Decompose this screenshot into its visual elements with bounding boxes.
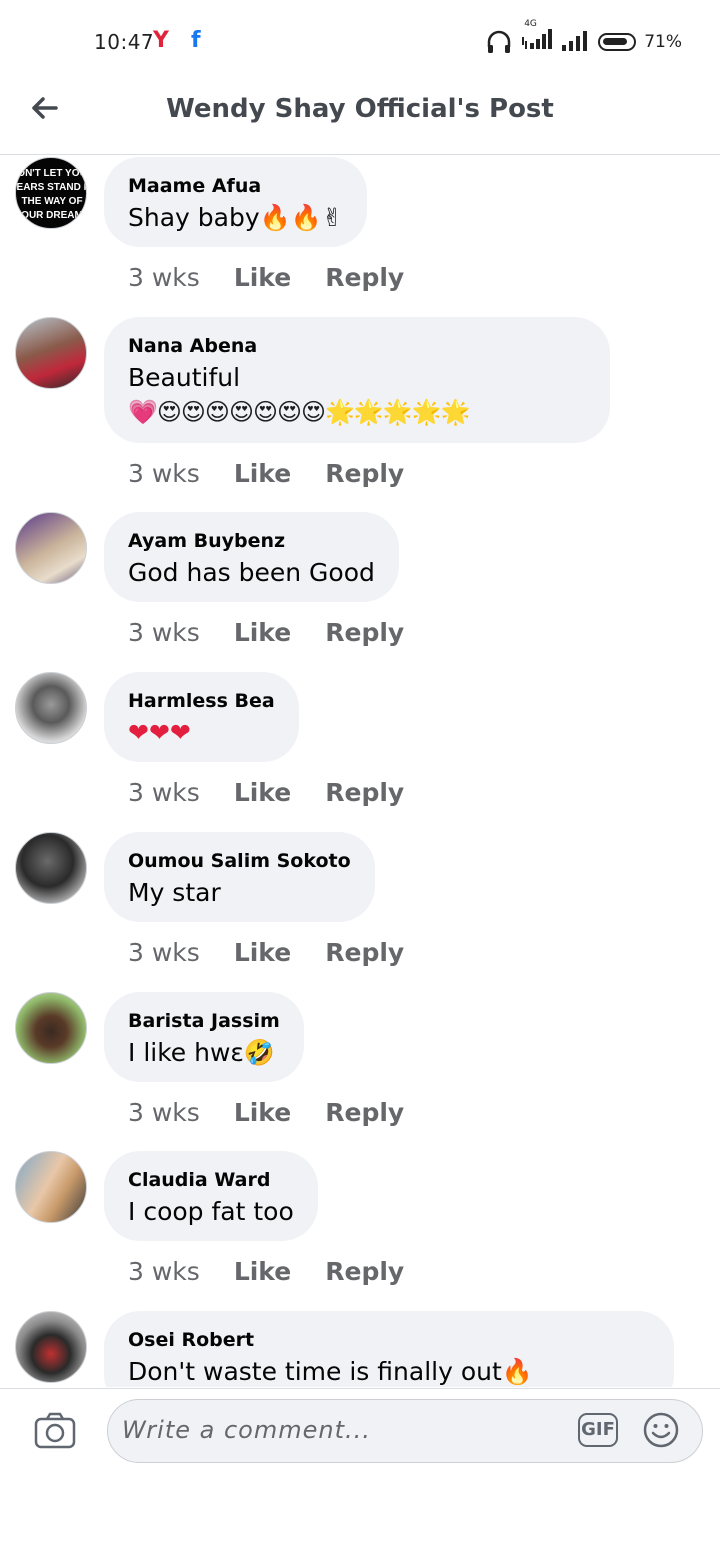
- avatar[interactable]: [15, 512, 87, 584]
- battery-icon: [598, 33, 637, 51]
- page-title: Wendy Shay Official's Post: [166, 94, 554, 124]
- like-button[interactable]: Like: [234, 263, 291, 292]
- camera-icon[interactable]: [34, 1411, 76, 1449]
- like-button[interactable]: Like: [234, 459, 291, 488]
- avatar-text: YOUR DREAMS: [16, 210, 87, 221]
- comment-time[interactable]: 3 wks: [128, 459, 200, 488]
- status-icons: 4G 71%: [486, 19, 682, 56]
- reply-button[interactable]: Reply: [325, 618, 404, 647]
- comment-actions: 3 wks Like Reply: [128, 459, 404, 488]
- reply-button[interactable]: Reply: [325, 263, 404, 292]
- comment-author[interactable]: Harmless Bea: [128, 690, 275, 712]
- comment-author[interactable]: Oumou Salim Sokoto: [128, 850, 351, 872]
- like-button[interactable]: Like: [234, 1257, 291, 1286]
- comment-time[interactable]: 3 wks: [128, 1098, 200, 1127]
- comment-bubble[interactable]: Harmless Bea ❤❤❤: [104, 672, 299, 762]
- reply-button[interactable]: Reply: [325, 1257, 404, 1286]
- comment-bubble[interactable]: Nana Abena Beautiful 💗😍😍😍😍😍😍😍🌟🌟🌟🌟🌟: [104, 317, 610, 443]
- facebook-notification-icon: f: [191, 28, 201, 53]
- comment-text: My star: [128, 878, 221, 907]
- post-header: Wendy Shay Official's Post: [0, 84, 720, 155]
- comment-bubble[interactable]: Osei Robert Don't waste time is finally …: [104, 1311, 674, 1387]
- headphones-icon: [487, 30, 511, 53]
- avatar-text: DON'T LET YOUR: [16, 168, 87, 179]
- comment-actions: 3 wks Like Reply: [128, 938, 404, 967]
- comment-text: I like hwɛ🤣: [128, 1038, 276, 1067]
- reply-button[interactable]: Reply: [325, 938, 404, 967]
- comment-time[interactable]: 3 wks: [128, 263, 200, 292]
- comment-author[interactable]: Claudia Ward: [128, 1169, 294, 1191]
- comment-author[interactable]: Barista Jassim: [128, 1010, 280, 1032]
- like-button[interactable]: Like: [234, 778, 291, 807]
- comment-input[interactable]: Write a comment... GIF: [107, 1399, 703, 1463]
- comment-bubble[interactable]: Ayam Buybenz God has been Good: [104, 512, 399, 602]
- comment-author[interactable]: Maame Afua: [128, 175, 343, 197]
- network-type: 4G: [524, 19, 537, 29]
- gif-button[interactable]: GIF: [578, 1413, 618, 1447]
- comment-author[interactable]: Nana Abena: [128, 335, 586, 357]
- like-button[interactable]: Like: [234, 618, 291, 647]
- comment-text: ❤❤❤: [128, 718, 191, 747]
- reply-button[interactable]: Reply: [325, 1098, 404, 1127]
- comment-author[interactable]: Osei Robert: [128, 1329, 650, 1351]
- youtube-notification-icon: Y: [153, 28, 169, 53]
- comment-bubble[interactable]: Oumou Salim Sokoto My star: [104, 832, 375, 922]
- comment-time[interactable]: 3 wks: [128, 618, 200, 647]
- avatar[interactable]: [15, 672, 87, 744]
- comment-actions: 3 wks Like Reply: [128, 778, 404, 807]
- status-time: 10:47: [94, 30, 155, 54]
- comment-actions: 3 wks Like Reply: [128, 618, 404, 647]
- status-bar: 10:47 Y f 4G 71%: [0, 0, 720, 84]
- comment-text: Don't waste time is finally out🔥: [128, 1357, 533, 1386]
- comment-emoji-row: 💗😍😍😍😍😍😍😍🌟🌟🌟🌟🌟: [128, 398, 470, 426]
- avatar[interactable]: [15, 1311, 87, 1383]
- avatar-text: FEARS STAND IN: [16, 182, 87, 193]
- comment-text: God has been Good: [128, 558, 375, 587]
- comment-actions: 3 wks Like Reply: [128, 263, 404, 292]
- battery-level: 71%: [644, 32, 682, 52]
- comment-text: I coop fat too: [128, 1197, 294, 1226]
- comment-bubble[interactable]: Barista Jassim I like hwɛ🤣: [104, 992, 304, 1082]
- comment-text: Beautiful: [128, 363, 241, 392]
- comments-list[interactable]: DON'T LET YOUR FEARS STAND IN THE WAY OF…: [0, 155, 720, 1387]
- like-button[interactable]: Like: [234, 938, 291, 967]
- comment-time[interactable]: 3 wks: [128, 938, 200, 967]
- comment-placeholder: Write a comment...: [122, 1416, 371, 1444]
- comment-actions: 3 wks Like Reply: [128, 1257, 404, 1286]
- avatar[interactable]: [15, 317, 87, 389]
- avatar[interactable]: DON'T LET YOUR FEARS STAND IN THE WAY OF…: [15, 157, 87, 229]
- avatar-text: THE WAY OF: [21, 196, 82, 207]
- avatar[interactable]: [15, 992, 87, 1064]
- comment-time[interactable]: 3 wks: [128, 1257, 200, 1286]
- comment-bubble[interactable]: Claudia Ward I coop fat too: [104, 1151, 318, 1241]
- like-button[interactable]: Like: [234, 1098, 291, 1127]
- signal-4g-icon: 4G: [520, 19, 553, 55]
- comment-text: Shay baby🔥🔥✌: [128, 203, 343, 232]
- avatar[interactable]: [15, 1151, 87, 1223]
- emoji-icon[interactable]: [642, 1411, 680, 1449]
- comment-bubble[interactable]: Maame Afua Shay baby🔥🔥✌: [104, 157, 367, 247]
- comment-actions: 3 wks Like Reply: [128, 1098, 404, 1127]
- reply-button[interactable]: Reply: [325, 459, 404, 488]
- avatar[interactable]: [15, 832, 87, 904]
- comment-time[interactable]: 3 wks: [128, 778, 200, 807]
- reply-button[interactable]: Reply: [325, 778, 404, 807]
- signal-icon: [562, 31, 588, 51]
- comment-author[interactable]: Ayam Buybenz: [128, 530, 375, 552]
- comment-composer: Write a comment... GIF: [0, 1388, 720, 1561]
